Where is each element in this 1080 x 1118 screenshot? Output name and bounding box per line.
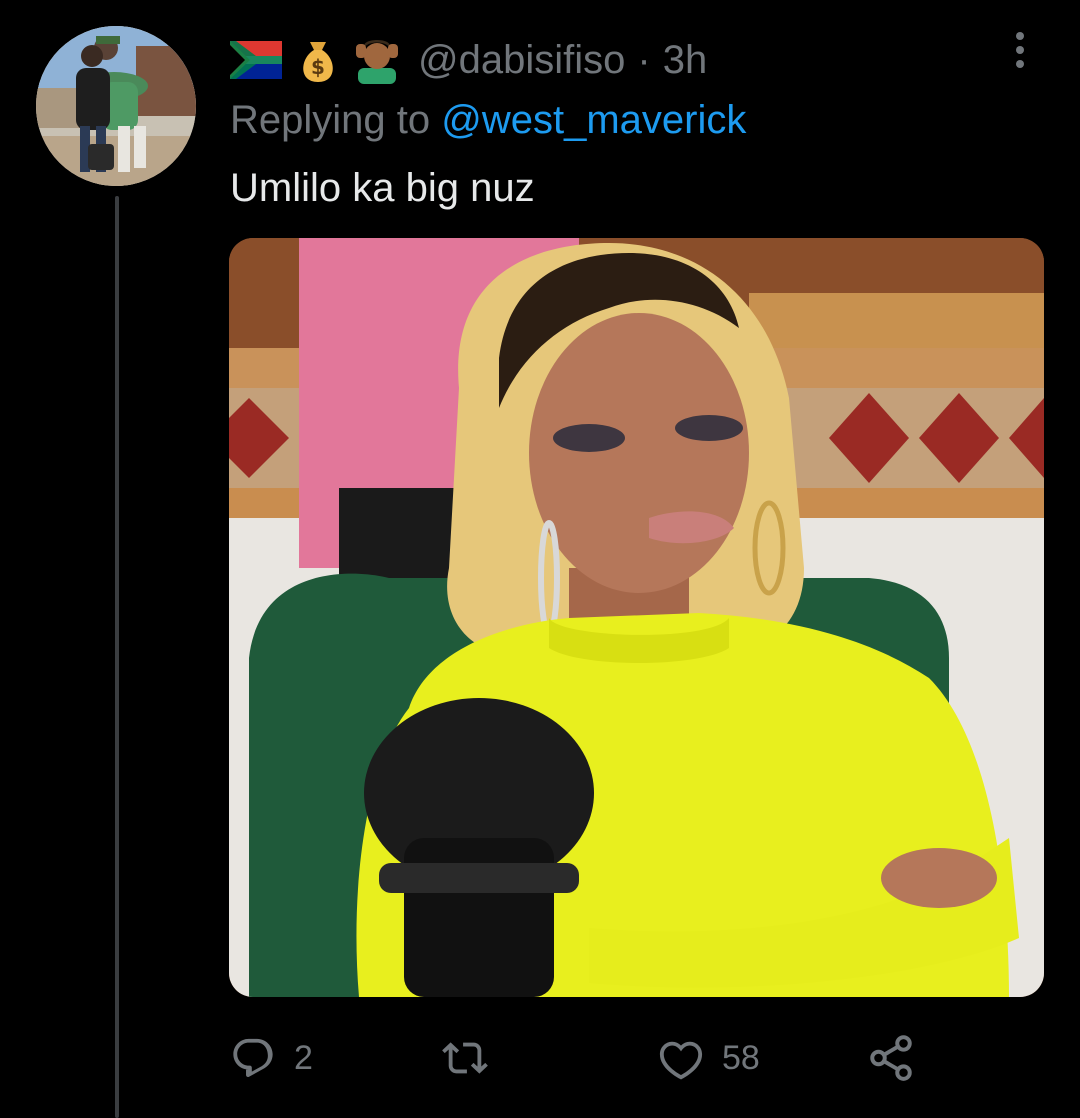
heart-icon	[659, 1041, 703, 1080]
share-icon	[870, 1035, 912, 1081]
replying-to-label: Replying to	[230, 98, 431, 142]
money-bag-icon: $	[296, 36, 340, 84]
share-button[interactable]	[866, 1030, 916, 1086]
south-africa-flag-icon	[230, 41, 282, 79]
svg-text:$: $	[311, 55, 325, 79]
tweet-text: Umlilo ka big nuz	[230, 166, 535, 210]
replying-to-line: Replying to @west_maverick	[230, 98, 746, 143]
reply-button[interactable]: 2	[230, 1030, 313, 1086]
tweet-photo[interactable]	[229, 238, 1044, 997]
timestamp[interactable]: 3h	[663, 38, 708, 83]
like-button[interactable]: 58	[658, 1030, 760, 1086]
avatar[interactable]	[36, 26, 196, 186]
tweet-header: $ @dabisifiso · 3h	[230, 32, 707, 88]
user-handle[interactable]: @dabisifiso	[418, 38, 625, 83]
more-dot-icon	[1016, 60, 1024, 68]
retweet-icon	[442, 1042, 488, 1074]
more-dot-icon	[1016, 32, 1024, 40]
reply-count: 2	[294, 1038, 313, 1077]
retweet-button[interactable]	[440, 1030, 508, 1086]
replying-to-mention[interactable]: @west_maverick	[441, 98, 746, 142]
separator-dot: ·	[637, 37, 651, 82]
more-options-button[interactable]	[1000, 28, 1040, 72]
person-getting-massage-icon	[354, 36, 400, 84]
reply-icon	[233, 1038, 273, 1078]
like-count: 58	[722, 1038, 760, 1077]
action-bar: 2 58	[230, 1030, 1050, 1086]
more-dot-icon	[1016, 46, 1024, 54]
thread-line	[115, 196, 119, 1118]
